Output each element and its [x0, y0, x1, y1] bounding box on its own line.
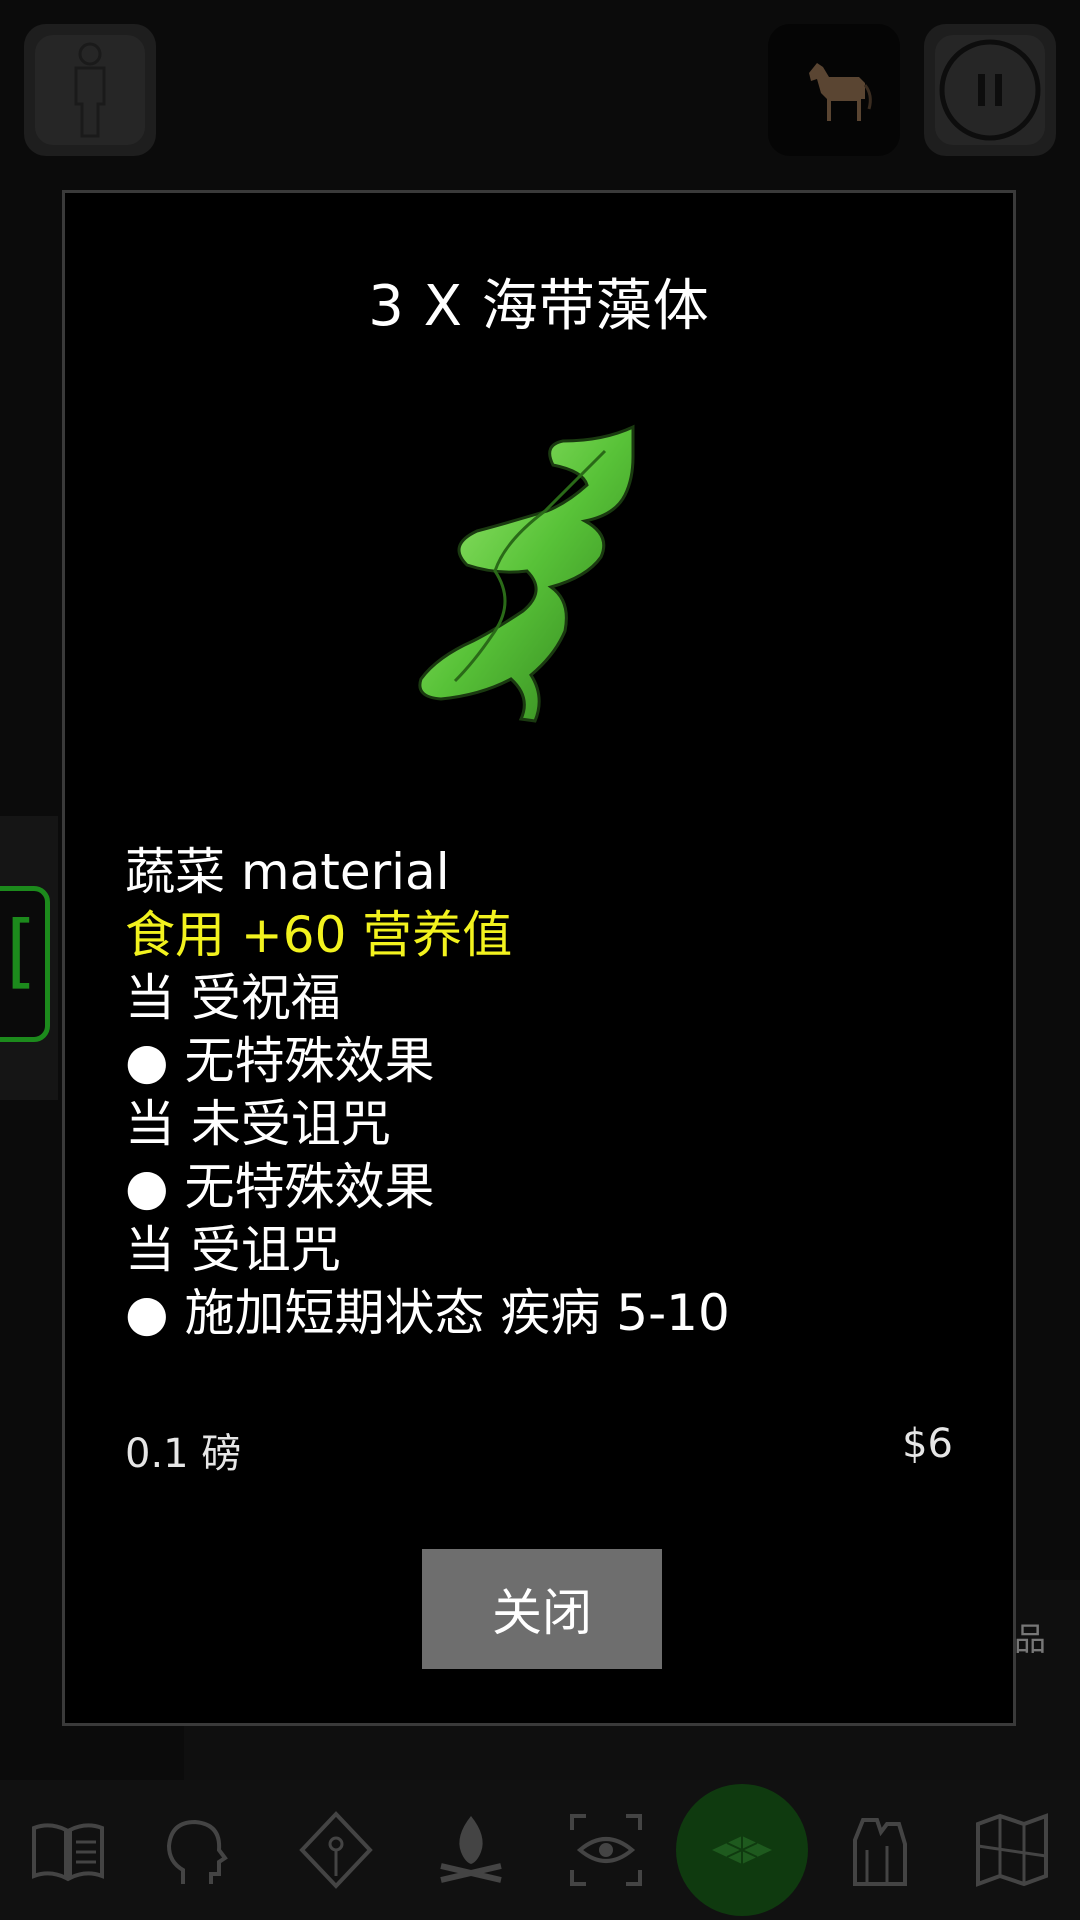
pause-button[interactable]: [924, 24, 1056, 156]
effect-line-uncursed: 当 未受诅咒: [125, 1095, 391, 1153]
effect-line-blessed-detail: ● 无特殊效果: [125, 1032, 435, 1090]
head-icon: [166, 1819, 228, 1884]
map-icon: [976, 1813, 1048, 1887]
nav-inventory[interactable]: [811, 1784, 943, 1916]
background-label-fragment: 品: [1013, 1620, 1046, 1658]
horse-icon: [809, 63, 872, 121]
nav-character[interactable]: [135, 1784, 267, 1916]
close-button[interactable]: 关闭: [422, 1549, 662, 1669]
effect-line-cursed-detail: ● 施加短期状态 疾病 5-10: [125, 1284, 730, 1342]
skills-icon: [299, 1811, 373, 1889]
item-info: 蔬菜 material 食用 +60 营养值 当 受祝福 ● 无特殊效果 当 未…: [125, 841, 953, 1345]
mount-button[interactable]: [768, 24, 900, 156]
nav-ground[interactable]: [676, 1784, 808, 1916]
journal-icon: [32, 1823, 104, 1882]
item-weight: 0.1 磅: [125, 1431, 242, 1477]
effect-line-blessed: 当 受祝福: [125, 969, 341, 1027]
bottom-navigation: [0, 1780, 1080, 1920]
item-type-line: 蔬菜 material: [125, 843, 450, 901]
nav-camp[interactable]: [405, 1784, 537, 1916]
background-left-tab[interactable]: [: [0, 886, 50, 1042]
nav-skills[interactable]: [270, 1784, 402, 1916]
nav-map[interactable]: [946, 1784, 1078, 1916]
kelp-icon: [418, 424, 635, 723]
campfire-icon: [440, 1816, 502, 1883]
pause-icon: [939, 39, 1041, 141]
food-value-line: 食用 +60 营养值: [125, 906, 513, 964]
inventory-icon: [853, 1818, 907, 1886]
ground-icon: [712, 1836, 772, 1864]
item-detail-dialog: 3 X 海带藻体 蔬菜 material 食用 +60 营养值 当 受祝福 ● …: [62, 190, 1016, 1726]
pause-button-inner: [935, 35, 1045, 145]
bracket-glyph: [: [5, 904, 37, 997]
effect-line-uncursed-detail: ● 无特殊效果: [125, 1158, 435, 1216]
character-button-inner: [35, 35, 145, 145]
item-title: 3 X 海带藻体: [368, 274, 710, 339]
look-icon: [570, 1814, 642, 1886]
item-price: $6: [902, 1421, 953, 1467]
effect-line-cursed: 当 受诅咒: [125, 1221, 341, 1279]
person-icon: [74, 42, 106, 138]
nav-look[interactable]: [540, 1784, 672, 1916]
nav-journal[interactable]: [2, 1784, 134, 1916]
character-button[interactable]: [24, 24, 156, 156]
